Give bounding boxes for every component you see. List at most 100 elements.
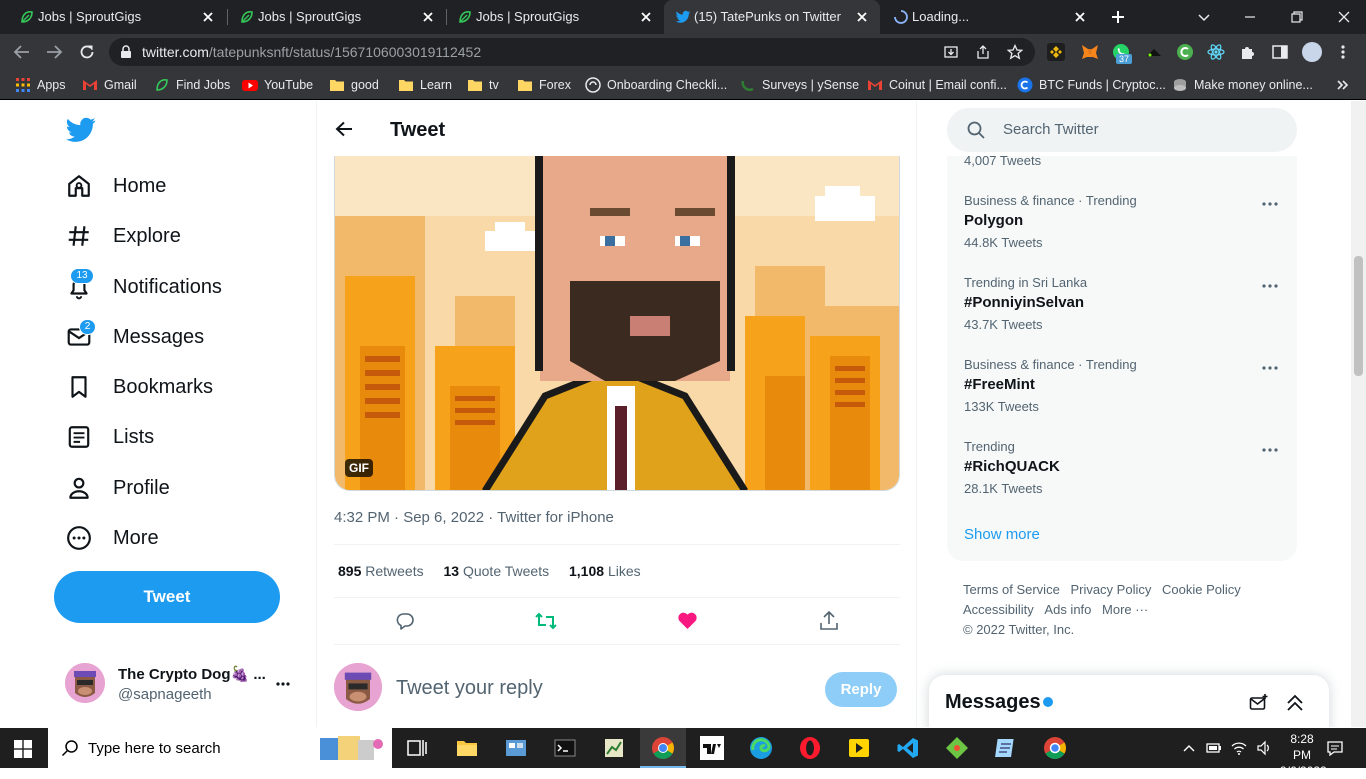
browser-tab[interactable]: Jobs | SproutGigs xyxy=(8,0,226,34)
profile-avatar[interactable] xyxy=(1302,42,1322,62)
browser-tab[interactable]: Loading... xyxy=(882,0,1098,34)
share-icon[interactable] xyxy=(975,44,991,60)
reload-icon[interactable] xyxy=(78,43,96,61)
tray-chevron-up-icon[interactable] xyxy=(1183,743,1195,753)
back-arrow-icon[interactable] xyxy=(13,44,31,60)
windows-start-icon[interactable] xyxy=(14,740,32,758)
retweets-stat[interactable]: 895 Retweets xyxy=(338,563,424,579)
twitter-logo-icon[interactable] xyxy=(66,117,96,143)
nav-more[interactable]: More xyxy=(66,521,159,555)
close-tab-icon[interactable] xyxy=(200,9,216,25)
tradingview-icon[interactable] xyxy=(700,736,724,760)
file-explorer-icon[interactable] xyxy=(455,736,479,760)
nav-notifications[interactable]: 13 Notifications xyxy=(66,268,222,304)
volume-icon[interactable] xyxy=(1256,740,1272,756)
bookmark-folder-learn[interactable]: Learn xyxy=(398,77,452,93)
nav-explore[interactable]: Explore xyxy=(66,219,181,253)
browser-menu-icon[interactable] xyxy=(1336,44,1350,60)
notes-app-icon[interactable] xyxy=(994,736,1018,760)
trend-more-icon[interactable] xyxy=(1262,284,1278,288)
account-switcher[interactable]: The Crypto Dog🍇 ... @sapnageeth xyxy=(54,654,304,714)
footer-link[interactable]: Ads info xyxy=(1044,602,1091,617)
opera-icon[interactable] xyxy=(798,736,822,760)
minimize-icon[interactable] xyxy=(1242,9,1258,25)
browser-tab[interactable]: Jobs | SproutGigs xyxy=(228,0,446,34)
tweet-timestamp[interactable]: 4:32 PM · Sep 6, 2022 · Twitter for iPho… xyxy=(334,509,614,526)
close-window-icon[interactable] xyxy=(1336,9,1352,25)
taskbar-search-box[interactable]: Type here to search xyxy=(48,728,392,768)
bookmark-ysense[interactable]: Surveys | ySense xyxy=(740,77,859,93)
close-tab-icon[interactable] xyxy=(420,9,436,25)
extensions-puzzle-icon[interactable] xyxy=(1239,43,1257,61)
chart-app-icon[interactable] xyxy=(602,736,626,760)
trend-more-icon[interactable] xyxy=(1262,448,1278,452)
bookmark-make-money[interactable]: Make money online... xyxy=(1172,77,1313,93)
trend-more-icon[interactable] xyxy=(1262,366,1278,370)
taskbar-clock[interactable]: 8:28 PM 9/6/2022 xyxy=(1280,731,1327,779)
metamask-extension-icon[interactable] xyxy=(1080,43,1100,61)
nav-home[interactable]: Home xyxy=(66,169,166,203)
trend-more-icon[interactable] xyxy=(1262,202,1278,206)
bookmark-folder-tv[interactable]: tv xyxy=(467,77,499,93)
close-tab-icon[interactable] xyxy=(854,9,870,25)
bookmark-folder-forex[interactable]: Forex xyxy=(517,77,571,93)
heart-liked-icon[interactable] xyxy=(677,611,698,631)
terminal-icon[interactable] xyxy=(553,736,577,760)
bookmark-btc-funds[interactable]: BTC Funds | Cryptoc... xyxy=(1017,77,1166,93)
close-tab-icon[interactable] xyxy=(1072,9,1088,25)
lock-icon[interactable] xyxy=(120,45,132,59)
bookmark-folder-good[interactable]: good xyxy=(329,77,379,93)
reply-input[interactable]: Tweet your reply xyxy=(396,677,543,700)
tweet-compose-button[interactable]: Tweet xyxy=(54,571,280,623)
footer-link[interactable]: Cookie Policy xyxy=(1162,582,1241,597)
reply-button[interactable]: Reply xyxy=(825,672,897,707)
share-icon[interactable] xyxy=(819,610,839,631)
new-tab-plus-icon[interactable] xyxy=(1110,9,1126,25)
task-view-icon[interactable] xyxy=(405,736,429,760)
edge-icon[interactable] xyxy=(749,736,773,760)
browser-tab-active[interactable]: (15) TatePunks on Twitter: "🏆 xyxy=(664,0,880,34)
retweet-icon[interactable] xyxy=(535,611,557,631)
wallet-extension-icon[interactable] xyxy=(1144,43,1164,61)
battery-icon[interactable] xyxy=(1205,740,1223,756)
taskbar-chrome-active[interactable] xyxy=(640,728,686,768)
back-arrow-icon[interactable] xyxy=(335,121,353,137)
bookmark-onboarding[interactable]: Onboarding Checkli... xyxy=(585,77,727,93)
page-scrollbar[interactable] xyxy=(1351,101,1366,727)
close-tab-icon[interactable] xyxy=(638,9,654,25)
wifi-icon[interactable] xyxy=(1230,740,1248,756)
search-box[interactable]: Search Twitter xyxy=(947,108,1297,152)
vscode-icon[interactable] xyxy=(896,736,920,760)
forward-arrow-icon[interactable] xyxy=(45,44,63,60)
messages-drawer[interactable]: Messages xyxy=(929,675,1329,727)
tab-search-chevron-icon[interactable] xyxy=(1196,9,1212,25)
side-panel-icon[interactable] xyxy=(1271,43,1289,61)
bookmark-apps[interactable]: Apps xyxy=(15,77,66,93)
react-devtools-icon[interactable] xyxy=(1207,43,1225,61)
footer-link[interactable]: More ··· xyxy=(1102,602,1148,617)
expand-drawer-icon[interactable] xyxy=(1285,694,1305,712)
bookmark-youtube[interactable]: YouTube xyxy=(242,77,313,93)
bookmark-coinut[interactable]: Coinut | Email confi... xyxy=(867,77,1007,93)
footer-link[interactable]: Terms of Service xyxy=(963,582,1060,597)
nav-lists[interactable]: Lists xyxy=(66,420,154,454)
footer-link[interactable]: Accessibility xyxy=(963,602,1034,617)
whatsapp-extension[interactable]: 37 xyxy=(1112,43,1133,64)
grammar-extension-icon[interactable] xyxy=(1176,43,1194,61)
nav-bookmarks[interactable]: Bookmarks xyxy=(66,370,213,404)
bookmark-find-jobs[interactable]: Find Jobs xyxy=(154,77,230,93)
quote-tweets-stat[interactable]: 13 Quote Tweets xyxy=(444,563,550,579)
browser-tab[interactable]: Jobs | SproutGigs xyxy=(446,0,664,34)
bookmark-star-icon[interactable] xyxy=(1007,44,1023,60)
git-app-icon[interactable] xyxy=(945,736,969,760)
url-text[interactable]: twitter.com/tatepunksnft/status/15671060… xyxy=(142,44,481,60)
action-center-icon[interactable] xyxy=(1326,740,1344,756)
restore-window-icon[interactable] xyxy=(1289,9,1305,25)
likes-stat[interactable]: 1,108 Likes xyxy=(569,563,641,579)
footer-link[interactable]: Privacy Policy xyxy=(1070,582,1151,597)
new-message-icon[interactable] xyxy=(1249,693,1269,713)
tweet-gif-media[interactable]: GIF xyxy=(334,156,900,491)
reply-icon[interactable] xyxy=(395,611,415,631)
more-bookmarks-chevron-icon[interactable] xyxy=(1336,78,1350,92)
scrollbar-thumb[interactable] xyxy=(1354,256,1363,376)
